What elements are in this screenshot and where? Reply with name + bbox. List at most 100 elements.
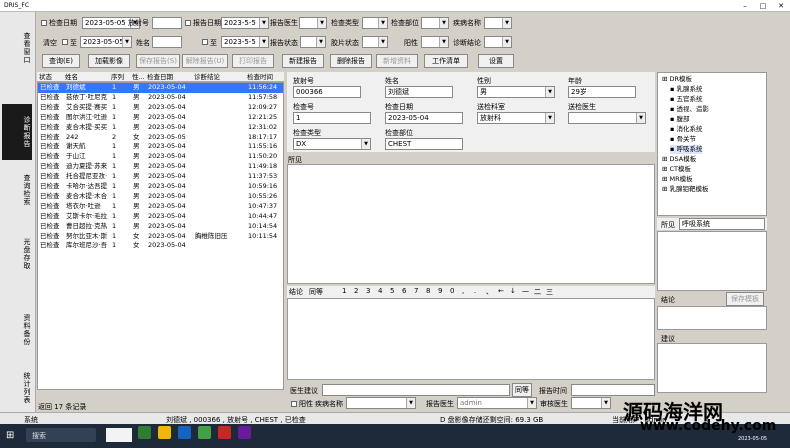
to-checkbox[interactable] [62,39,68,45]
wechat-icon[interactable] [198,426,211,439]
save-report-button[interactable]: 保存报告(S) [136,54,180,68]
tree-node[interactable]: ▪ 乳腺系统 [670,85,702,94]
table-row[interactable]: 已检查 麦合木提·买买 1 男 2023-05-04 12:31:02 [38,123,283,133]
tree-node[interactable]: ▪ 透视、造影 [670,105,709,114]
synonyms-button[interactable]: 同等 [309,287,323,297]
tree-node[interactable]: ⊞ CT模板 [662,165,691,174]
symbol-key[interactable]: 、 [486,287,493,297]
tree-node[interactable]: ⊞ DSA模板 [662,155,696,164]
doc-suggest-input[interactable] [322,384,510,396]
report-date-checkbox[interactable] [185,20,191,26]
form-dept-select[interactable]: 放射科 ▼ [477,112,555,124]
report-time-input[interactable] [571,384,655,396]
symbol-key[interactable]: 4 [378,287,382,295]
tree-node[interactable]: ⊞ MR模板 [662,175,693,184]
close-button[interactable]: ✕ [772,0,790,12]
settings-button[interactable]: 设置 [478,54,514,68]
table-row[interactable]: 已检查 塔衣尔·吐逊 1 男 2023-05-04 10:47:37 [38,202,283,212]
symbol-key[interactable]: 一 [522,287,529,297]
form-name-input[interactable]: 刘德斌 [385,86,453,98]
report-date-from[interactable]: 2023-5-5 ▼ [221,17,269,29]
form-film-no-input[interactable]: 000366 [293,86,361,98]
col-exam-date[interactable]: 检查日期 [147,72,173,82]
maximize-button[interactable]: □ [754,0,772,12]
exam-type-select[interactable]: ▼ [362,17,388,29]
name-search-input[interactable] [152,36,182,48]
symbol-key[interactable]: . [474,287,476,295]
report-doctor-select[interactable]: ▼ [299,17,327,29]
form-exam-type-select[interactable]: DX ▼ [293,138,371,150]
app-icon-2[interactable] [218,426,231,439]
bottom-report-doc-select[interactable]: admin ▼ [457,397,537,409]
start-icon[interactable]: ⊞ [6,430,14,441]
template-tree[interactable]: ⊞ DR模板 ▪ 乳腺系统 ▪ 五官系统 ▪ 透视、造影 ▪ 腹部 ▪ 消化系统 ▪ 骨关节… [657,72,767,216]
form-exam-site-input[interactable]: CHEST [385,138,463,150]
taskbar-search[interactable]: 搜索 [26,428,96,442]
tree-node[interactable]: ▪ 呼吸系统 [670,145,703,154]
symbol-key[interactable]: 8 [426,287,430,295]
tab-view-window[interactable]: 查看窗口 [2,24,32,72]
exam-site-select[interactable]: ▼ [421,17,449,29]
exam-date-checkbox[interactable] [41,20,47,26]
table-row[interactable]: 已检查 努尔比亚木·斯 1 女 2023-05-04 胸椎陈旧压 10:11:54 [38,232,283,242]
positive-select[interactable]: ▼ [421,36,449,48]
table-row[interactable]: 已检查 242 2 女 2023-05-05 18:17:17 [38,133,283,143]
table-row[interactable]: 已检查 托合提尼亚孜· 1 男 2023-05-04 11:37:53 [38,172,283,182]
table-row[interactable]: 已检查 谢天航 1 男 2023-05-04 11:55:16 [38,142,283,152]
report-status-select[interactable]: ▼ [300,36,326,48]
bottom-disease-select[interactable]: ▼ [346,397,416,409]
table-row[interactable]: 已检查 艾合买提·赛买 1 男 2023-05-04 12:09:27 [38,103,283,113]
worklist-button[interactable]: 工作清单 [424,54,468,68]
right-sees-text[interactable] [657,231,767,291]
tab-diagnosis-report[interactable]: 诊断报告 [2,104,32,160]
form-exam-no-input[interactable]: 1 [293,112,371,124]
symbol-key[interactable]: 5 [390,287,394,295]
symbol-key[interactable]: ↓ [510,287,516,295]
col-seq[interactable]: 序列 [111,72,124,82]
load-image-button[interactable]: 加载影像 [88,54,130,68]
minimize-button[interactable]: – [736,0,754,12]
table-row[interactable]: 已检查 于山江 1 男 2023-05-04 11:50:20 [38,152,283,162]
symbol-key[interactable]: 9 [438,287,442,295]
symbol-key[interactable]: 6 [402,287,406,295]
film-no-input[interactable] [152,17,182,29]
doc-synonyms-button[interactable]: 同等 [512,383,532,397]
unlock-report-button[interactable]: 解除报告(U) [182,54,228,68]
tab-data-backup[interactable]: 资料备份 [2,302,32,358]
patient-list[interactable]: 已检查 刘德斌 1 男 2023-05-04 11:56:24 已检查 兹依丁·吐尼克 1 男 20… [37,82,284,390]
table-row[interactable]: 已检查 曹日超拉·克热 1 男 2023-05-04 10:14:54 [38,222,283,232]
table-row[interactable]: 已检查 迪力夏提·苏来 1 男 2023-05-04 11:49:18 [38,162,283,172]
tree-node[interactable]: ⊞ 乳腺钼靶模板 [662,185,709,194]
symbol-key[interactable]: 3 [366,287,370,295]
tree-node[interactable]: ▪ 腹部 [670,115,689,124]
findings-textarea[interactable] [287,164,655,284]
symbol-key[interactable]: 2 [354,287,358,295]
col-diag[interactable]: 诊断结论 [194,72,220,82]
form-age-input[interactable]: 29岁 [568,86,636,98]
symbol-key[interactable]: , [462,287,464,295]
new-report-button[interactable]: 新建报告 [282,54,324,68]
browser-icon[interactable] [178,426,191,439]
app-icon-3[interactable] [238,426,251,439]
tree-node[interactable]: ▪ 骨关节 [670,135,696,144]
disease-select[interactable]: ▼ [484,17,512,29]
table-row[interactable]: 已检查 麦合木提·木合 1 男 2023-05-04 10:55:26 [38,192,283,202]
symbol-key[interactable]: ← [498,287,504,295]
form-doctor-select[interactable]: ▼ [568,112,646,124]
query-button[interactable]: 查询(E) [42,54,80,68]
tree-node[interactable]: ▪ 五官系统 [670,95,702,104]
table-row[interactable]: 已检查 库尔班尼沙·吾 1 女 2023-05-04 [38,241,283,251]
app-icon-1[interactable] [138,426,151,439]
table-row[interactable]: 已检查 图尔洪江·吐逊 1 男 2023-05-04 12:21:25 [38,113,283,123]
folder-icon[interactable] [158,426,171,439]
symbol-key[interactable]: 三 [546,287,553,297]
print-report-button[interactable]: 打印报告 [232,54,274,68]
col-status[interactable]: 状态 [39,72,52,82]
delete-report-button[interactable]: 删除报告 [330,54,372,68]
symbol-key[interactable]: 0 [450,287,454,295]
clear-label[interactable]: 清空 [43,38,57,48]
tab-query-search[interactable]: 查询检索 [2,162,32,218]
diag-conclusion-select[interactable]: ▼ [484,36,512,48]
tree-node[interactable]: ▪ 消化系统 [670,125,702,134]
report-date-to[interactable]: 2023-5-5 ▼ [221,36,269,48]
